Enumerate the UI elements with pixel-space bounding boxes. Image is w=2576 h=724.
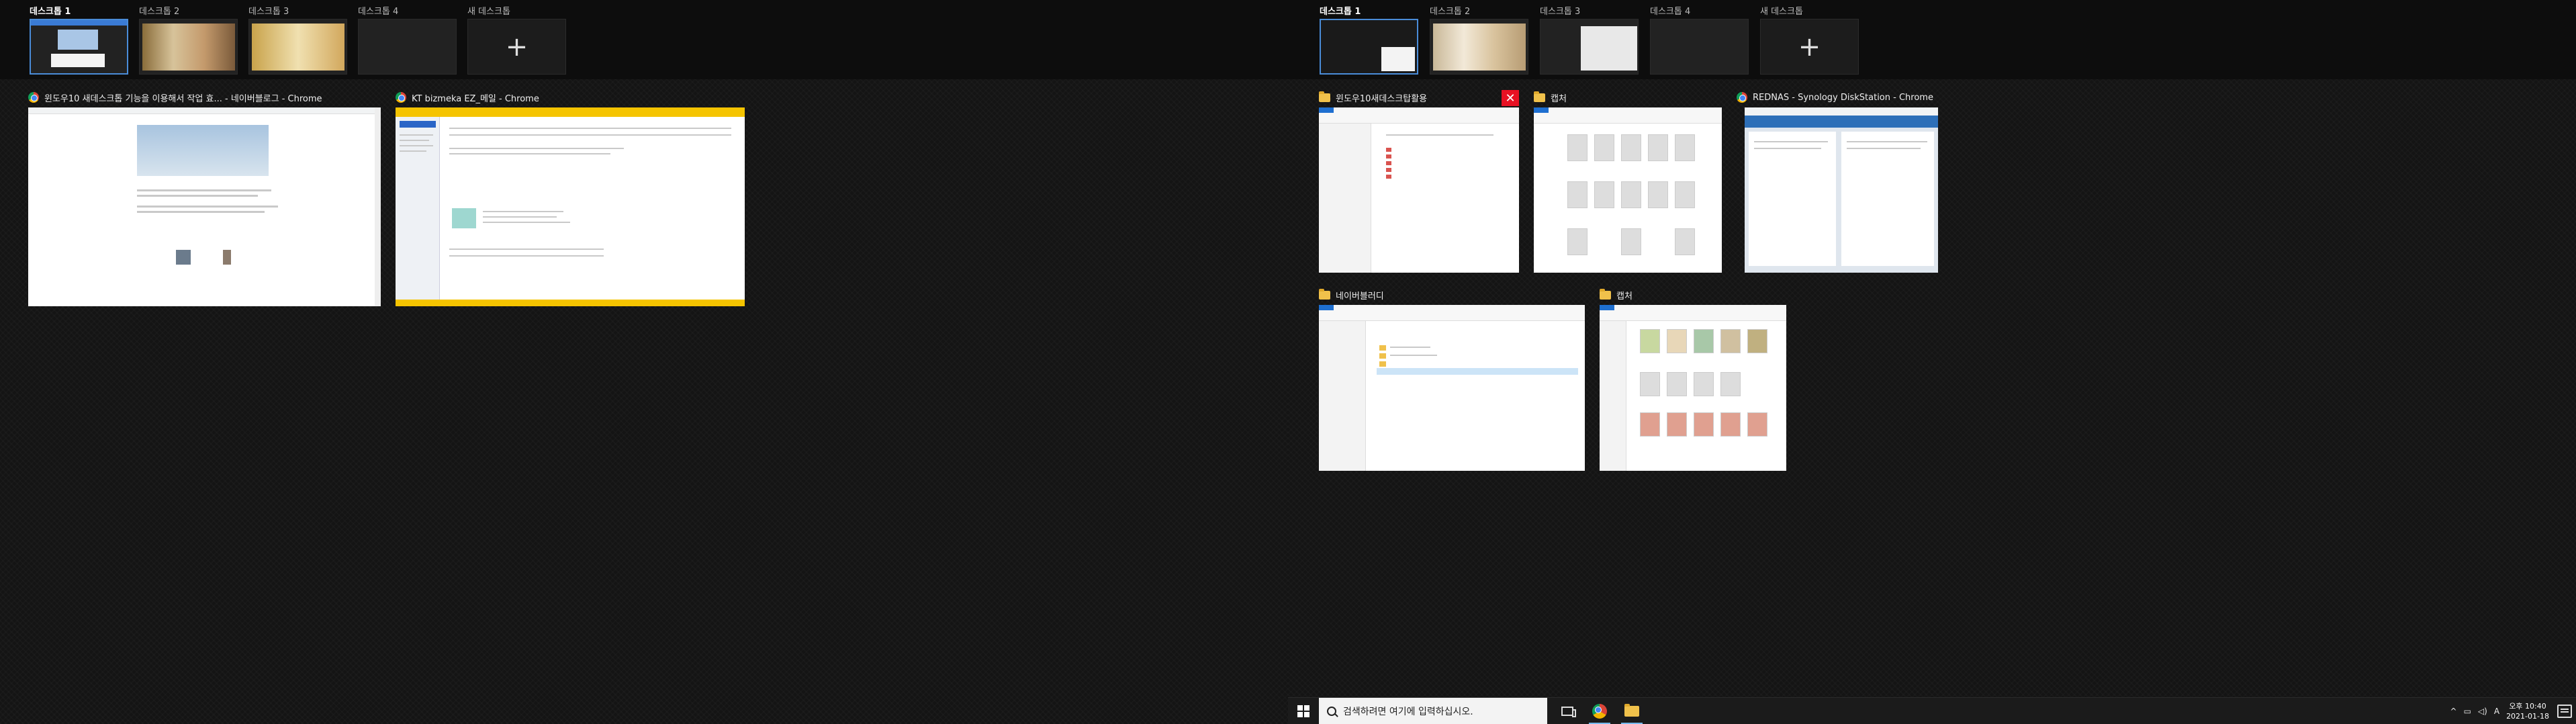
clock[interactable]: 오후 10:40 2021-01-18 (2506, 701, 2549, 721)
window-preview[interactable] (396, 107, 745, 306)
window-preview[interactable] (1600, 305, 1786, 471)
volume-icon[interactable]: ◁) (2478, 707, 2487, 716)
window-title: KT bizmeka EZ_메일 - Chrome (412, 93, 539, 104)
search-placeholder: 검색하려면 여기에 입력하십시오. (1343, 707, 1473, 717)
window-title-bar: 캡처 (1534, 90, 1567, 105)
window-explorer-naver-blog[interactable]: 네이버블러디 (1319, 287, 1585, 471)
task-view-button[interactable] (1551, 698, 1583, 724)
window-title-bar: 네이버블러디 (1319, 287, 1384, 302)
window-title: 캡처 (1551, 93, 1567, 104)
chrome-icon (396, 92, 406, 103)
tray-chevron-icon[interactable]: ^ (2450, 707, 2457, 716)
clock-time: 오후 10:40 (2509, 702, 2546, 711)
window-title: 네이버블러디 (1336, 291, 1384, 302)
folder-icon (1319, 91, 1330, 102)
virtual-desktops-bar: 데스크톱 1 데스크톱 2 데스크톱 3 데스크톱 4 새 데스크톱 + (0, 0, 1288, 79)
window-title-bar: 캡처 (1600, 287, 1632, 302)
chrome-icon (1592, 704, 1607, 719)
search-icon (1327, 707, 1336, 716)
desktop-thumbnail[interactable] (30, 19, 128, 75)
close-icon[interactable]: ✕ (1502, 90, 1519, 106)
ime-indicator[interactable]: A (2494, 707, 2499, 716)
desktop-label: 데스크톱 1 (1320, 7, 1361, 17)
new-desktop-label: 새 데스크톱 (1760, 7, 1803, 17)
folder-icon (1624, 704, 1639, 717)
window-title-bar: 윈도우10새데스크탑활용 (1319, 90, 1519, 105)
folder-icon (1534, 91, 1545, 102)
desktop-label: 데스크톱 1 (30, 7, 71, 17)
clock-date: 2021-01-18 (2506, 712, 2549, 721)
window-naver-blog[interactable]: 윈도우10 새데스크톱 기능을 이용해서 작업 효... - 네이버블로그 - … (28, 90, 381, 306)
desktop-label: 데스크톱 2 (1430, 7, 1471, 17)
plus-icon[interactable]: + (467, 19, 566, 75)
taskbar-chrome-button[interactable] (1583, 698, 1616, 724)
network-icon[interactable]: ▭ (2464, 707, 2471, 716)
desktop-label: 데스크톱 4 (358, 7, 399, 17)
window-preview[interactable] (1534, 107, 1722, 273)
chrome-icon (1737, 92, 1747, 103)
folder-icon (1319, 288, 1330, 300)
windows-logo-icon (1297, 705, 1309, 717)
window-title: 캡처 (1616, 291, 1632, 302)
desktop-thumbnail[interactable] (358, 19, 457, 75)
task-view-icon (1561, 707, 1576, 717)
window-preview[interactable] (1319, 107, 1519, 273)
desktop-label: 데스크톱 4 (1650, 7, 1691, 17)
window-title-bar: REDNAS - Synology DiskStation - Chrome (1737, 90, 1933, 105)
system-tray: ^ ▭ ◁) A 오후 10:40 2021-01-18 (2450, 698, 2549, 724)
new-desktop-label: 새 데스크톱 (467, 7, 510, 17)
desktop-thumbnail[interactable] (248, 19, 347, 75)
window-kt-bizmeka[interactable]: KT bizmeka EZ_메일 - Chrome (396, 90, 745, 306)
window-title: REDNAS - Synology DiskStation - Chrome (1753, 92, 1933, 103)
window-preview[interactable] (28, 107, 381, 306)
desktop-thumbnail[interactable] (1650, 19, 1749, 75)
desktop-thumbnail[interactable] (1430, 19, 1528, 75)
start-button[interactable] (1288, 698, 1319, 724)
taskbar-explorer-button[interactable] (1616, 698, 1648, 724)
window-preview[interactable] (1319, 305, 1585, 471)
virtual-desktops-bar: 데스크톱 1 데스크톱 2 데스크톱 3 데스크톱 4 새 데스크톱 + (1288, 0, 2576, 79)
window-title: 윈도우10새데스크탑활용 (1336, 93, 1428, 104)
window-rednas-chrome[interactable]: REDNAS - Synology DiskStation - Chrome (1737, 90, 1938, 273)
plus-icon[interactable]: + (1760, 19, 1859, 75)
notification-icon[interactable] (2557, 705, 2572, 718)
window-explorer-desktop-folder[interactable]: 윈도우10새데스크탑활용 ✕ (1319, 90, 1519, 273)
taskbar: 검색하려면 여기에 입력하십시오. ^ ▭ ◁) A 오후 10:40 2021… (1288, 697, 2576, 724)
desktop-label: 데스크톱 3 (248, 7, 289, 17)
window-preview[interactable] (1745, 107, 1938, 273)
desktop-thumbnail[interactable] (139, 19, 238, 75)
folder-icon (1600, 288, 1611, 300)
taskbar-search-box[interactable]: 검색하려면 여기에 입력하십시오. (1319, 698, 1547, 724)
window-title-bar: 윈도우10 새데스크톱 기능을 이용해서 작업 효... - 네이버블로그 - … (28, 90, 322, 105)
desktop-thumbnail[interactable] (1540, 19, 1639, 75)
window-explorer-capture-1[interactable]: 캡처 (1534, 90, 1722, 273)
left-monitor: 데스크톱 1 데스크톱 2 데스크톱 3 데스크톱 4 새 데스크톱 + 윈도우… (0, 0, 1288, 724)
window-explorer-capture-2[interactable]: 캡처 (1600, 287, 1786, 471)
desktop-label: 데스크톱 2 (139, 7, 180, 17)
chrome-icon (28, 92, 39, 103)
desktop-thumbnail[interactable] (1320, 19, 1418, 75)
window-title: 윈도우10 새데스크톱 기능을 이용해서 작업 효... - 네이버블로그 - … (44, 93, 322, 104)
right-monitor: 데스크톱 1 데스크톱 2 데스크톱 3 데스크톱 4 새 데스크톱 + 윈도우… (1288, 0, 2576, 724)
window-title-bar: KT bizmeka EZ_메일 - Chrome (396, 90, 539, 105)
desktop-label: 데스크톱 3 (1540, 7, 1581, 17)
